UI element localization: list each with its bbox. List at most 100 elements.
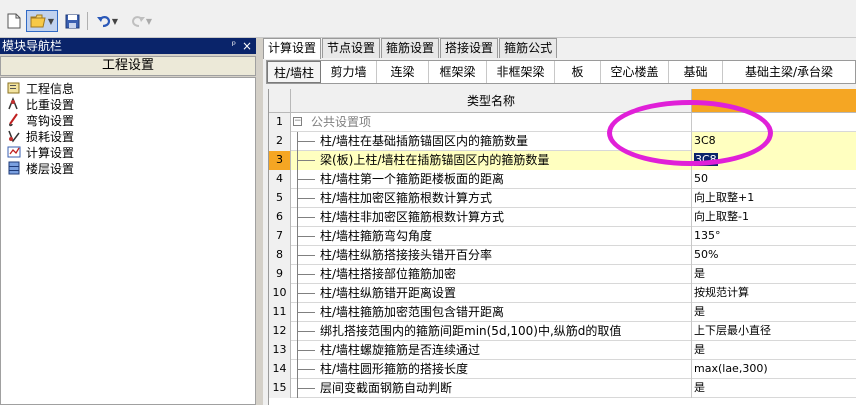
table-row[interactable]: 2 柱/墙柱在基础插筋锚固区内的箍筋数量 3C8	[269, 132, 856, 151]
nav-subtitle[interactable]: 工程设置	[0, 56, 256, 76]
tab-frame-beam[interactable]: 框架梁	[429, 61, 487, 83]
table-row[interactable]: 7 柱/墙柱箍筋弯勾角度 135°	[269, 227, 856, 246]
tab-non-frame-beam[interactable]: 非框架梁	[487, 61, 555, 83]
row-name: 柱/墙柱圆形箍筋的搭接长度	[291, 360, 692, 379]
table-row[interactable]: 11 柱/墙柱箍筋加密范围包含错开距离 是	[269, 303, 856, 322]
table-row[interactable]: 10 柱/墙柱纵筋错开距离设置 按规范计算	[269, 284, 856, 303]
row-name-text: 柱/墙柱非加密区箍筋根数计算方式	[320, 210, 505, 224]
tab-node-settings[interactable]: 节点设置	[322, 38, 381, 58]
chevron-down-icon[interactable]: ▼	[48, 17, 54, 26]
chevron-down-icon[interactable]: ▼	[112, 17, 118, 26]
row-number: 15	[269, 379, 291, 398]
row-number: 3	[269, 151, 291, 170]
table-row[interactable]: 12 绑扎搭接范围内的箍筋间距min(5d,100)中,纵筋d的取值 上下层最小…	[269, 322, 856, 341]
settings-grid: 类型名称 1 − 公共设置项 2 柱/墙柱在基础插筋锚固区内的箍筋数量 3C8 …	[268, 89, 856, 405]
nav-item-floor-settings[interactable]: 楼层设置	[1, 160, 255, 176]
table-row[interactable]: 9 柱/墙柱搭接部位箍筋加密 是	[269, 265, 856, 284]
weight-icon	[7, 96, 21, 111]
collapse-icon[interactable]: −	[293, 117, 302, 126]
tree-line	[297, 141, 315, 142]
tab-calc-settings[interactable]: 计算设置	[263, 38, 322, 59]
row-value[interactable]: 向上取整-1	[692, 208, 856, 227]
table-row[interactable]: 6 柱/墙柱非加密区箍筋根数计算方式 向上取整-1	[269, 208, 856, 227]
tree-line	[297, 331, 315, 332]
row-name-text: 层间变截面钢筋自动判断	[320, 381, 453, 395]
nav-item-project-info[interactable]: 工程信息	[1, 80, 255, 96]
row-number: 10	[269, 284, 291, 303]
row-name: − 公共设置项	[291, 113, 692, 132]
row-number: 4	[269, 170, 291, 189]
tab-slab[interactable]: 板	[555, 61, 601, 83]
new-file-icon[interactable]	[4, 10, 24, 32]
tree-line	[297, 350, 315, 351]
row-value-editor[interactable]: 3C8	[692, 151, 856, 170]
nav-item-weight-settings[interactable]: 比重设置	[1, 96, 255, 112]
group-label: 公共设置项	[311, 115, 372, 129]
row-value[interactable]: 是	[692, 265, 856, 284]
row-name-text: 柱/墙柱在基础插筋锚固区内的箍筋数量	[320, 134, 529, 148]
row-number: 8	[269, 246, 291, 265]
row-value[interactable]: 3C8	[692, 132, 856, 151]
tab-coupling-beam[interactable]: 连梁	[377, 61, 429, 83]
tree-line	[297, 198, 315, 199]
row-name: 柱/墙柱螺旋箍筋是否连续通过	[291, 341, 692, 360]
close-icon[interactable]: ×	[242, 38, 252, 54]
row-name: 柱/墙柱箍筋加密范围包含错开距离	[291, 303, 692, 322]
row-name-text: 绑扎搭接范围内的箍筋间距min(5d,100)中,纵筋d的取值	[320, 324, 622, 338]
undo-icon[interactable]: ▼	[92, 10, 122, 32]
calc-icon	[7, 145, 21, 159]
nav-item-loss-settings[interactable]: 损耗设置	[1, 128, 255, 144]
table-row-group[interactable]: 1 − 公共设置项	[269, 113, 856, 132]
nav-item-hook-settings[interactable]: 弯钩设置	[1, 112, 255, 128]
tab-column[interactable]: 柱/墙柱	[267, 61, 321, 83]
row-value[interactable]: 按规范计算	[692, 284, 856, 303]
row-value[interactable]: 向上取整+1	[692, 189, 856, 208]
row-value[interactable]: 50%	[692, 246, 856, 265]
row-number: 6	[269, 208, 291, 227]
table-row[interactable]: 5 柱/墙柱加密区箍筋根数计算方式 向上取整+1	[269, 189, 856, 208]
table-row[interactable]: 15 层间变截面钢筋自动判断 是	[269, 379, 856, 398]
tree-line	[297, 160, 315, 161]
redo-icon[interactable]: ▼	[126, 10, 156, 32]
settings-panel: 计算设置 节点设置 箍筋设置 搭接设置 箍筋公式 柱/墙柱 剪力墙 连梁 框架梁…	[263, 38, 856, 405]
row-name: 绑扎搭接范围内的箍筋间距min(5d,100)中,纵筋d的取值	[291, 322, 692, 341]
selected-value-text[interactable]: 3C8	[694, 153, 718, 166]
nav-item-calc-settings[interactable]: 计算设置	[1, 144, 255, 160]
row-name-text: 柱/墙柱搭接部位箍筋加密	[320, 267, 457, 281]
row-value[interactable]: 50	[692, 170, 856, 189]
row-name: 柱/墙柱第一个箍筋距楼板面的距离	[291, 170, 692, 189]
tab-foundation[interactable]: 基础	[669, 61, 723, 83]
row-number: 14	[269, 360, 291, 379]
row-name-text: 柱/墙柱螺旋箍筋是否连续通过	[320, 343, 481, 357]
row-number: 11	[269, 303, 291, 322]
table-row[interactable]: 4 柱/墙柱第一个箍筋距楼板面的距离 50	[269, 170, 856, 189]
row-name-text: 柱/墙柱箍筋弯勾角度	[320, 229, 433, 243]
tab-stirrup-settings[interactable]: 箍筋设置	[381, 38, 440, 58]
table-row[interactable]: 14 柱/墙柱圆形箍筋的搭接长度 max(lae,300)	[269, 360, 856, 379]
table-row-selected[interactable]: 3 梁(板)上柱/墙柱在插筋锚固区内的箍筋数量 3C8	[269, 151, 856, 170]
row-value[interactable]: 135°	[692, 227, 856, 246]
row-name-text: 柱/墙柱加密区箍筋根数计算方式	[320, 191, 493, 205]
tab-shear-wall[interactable]: 剪力墙	[321, 61, 377, 83]
tree-line	[297, 312, 315, 313]
open-file-icon[interactable]: ▼	[26, 10, 58, 32]
row-value[interactable]: 是	[692, 379, 856, 398]
row-name-text: 柱/墙柱纵筋搭接接头错开百分率	[320, 248, 493, 262]
table-row[interactable]: 8 柱/墙柱纵筋搭接接头错开百分率 50%	[269, 246, 856, 265]
row-value[interactable]: 是	[692, 341, 856, 360]
table-row[interactable]: 13 柱/墙柱螺旋箍筋是否连续通过 是	[269, 341, 856, 360]
tab-lap-settings[interactable]: 搭接设置	[440, 38, 499, 58]
grid-header-value	[692, 89, 856, 113]
row-value[interactable]: 上下层最小直径	[692, 322, 856, 341]
grid-header-corner	[269, 89, 291, 113]
save-icon[interactable]	[62, 10, 82, 32]
nav-panel-title: 模块导航栏	[2, 39, 63, 53]
tab-foundation-beam[interactable]: 基础主梁/承台梁	[723, 61, 855, 83]
tab-stirrup-formula[interactable]: 箍筋公式	[499, 38, 558, 58]
tab-hollow-floor[interactable]: 空心楼盖	[601, 61, 669, 83]
row-value	[692, 113, 856, 132]
row-value[interactable]: 是	[692, 303, 856, 322]
chevron-down-icon[interactable]: ▼	[146, 17, 152, 26]
row-value[interactable]: max(lae,300)	[692, 360, 856, 379]
pin-icon[interactable]: ᵖ	[232, 38, 236, 54]
